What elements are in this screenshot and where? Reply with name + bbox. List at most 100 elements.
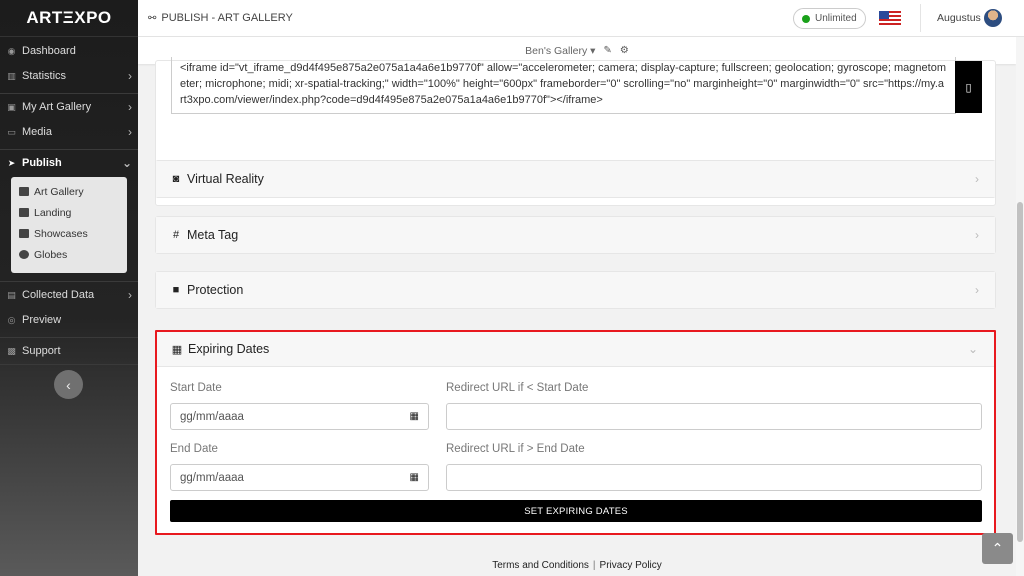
embed-code-textarea[interactable]: <iframe id="vt_iframe_d9d4f495e875a2e075… [171,57,956,114]
avatar[interactable] [984,9,1002,27]
monitor-icon: ▭ [7,126,16,137]
terms-link[interactable]: Terms and Conditions [492,560,589,571]
lock-icon: ■ [172,284,180,296]
user-name[interactable]: Augustus [937,12,981,24]
sidebar-item-label: My Art Gallery [22,100,92,113]
page-title-text: PUBLISH - ART GALLERY [161,12,293,24]
redirect-end-input[interactable] [446,464,982,491]
sidebar-item-label: Publish [22,156,62,169]
start-date-label: Start Date [170,382,222,394]
publish-submenu: Art Gallery Landing Showcases Globes [11,177,127,273]
end-date-value: gg/mm/aaaa [180,471,244,484]
sidebar-item-collected-data[interactable]: ▤ Collected Data › [0,282,138,307]
sidebar-item-label: Dashboard [22,44,76,57]
submenu-item-globes[interactable]: Globes [11,244,127,265]
redirect-start-input[interactable] [446,403,982,430]
end-date-label: End Date [170,443,218,455]
sitemap-icon: ⚯ [148,12,157,24]
logo[interactable]: ARTΞXPO [0,0,138,37]
image-icon [19,229,29,238]
folder-icon: ▤ [7,289,16,300]
section-protection[interactable]: ■ Protection › [155,271,996,309]
divider [920,4,921,32]
sidebar-item-support[interactable]: ▩ Support [0,338,138,363]
section-title: Virtual Reality [187,172,264,186]
start-date-input[interactable]: gg/mm/aaaa ▦ [170,403,429,430]
sidebar-item-label: Statistics [22,69,67,82]
footer: Terms and Conditions | Privacy Policy [492,560,662,571]
section-title: Expiring Dates [188,342,270,356]
set-expiring-dates-button[interactable]: SET EXPIRING DATES [170,500,982,522]
sidebar-item-label: Media [22,125,52,138]
submenu-item-art-gallery[interactable]: Art Gallery [11,181,127,202]
redirect-end-label: Redirect URL if > End Date [446,443,585,455]
status-dot-icon [802,14,810,23]
chevron-down-icon: ⌄ [121,155,132,170]
expiring-dates-header[interactable]: ▦ Expiring Dates ⌄ [157,332,994,367]
dashboard-icon: ◉ [7,45,16,56]
file-icon [19,208,29,217]
settings-icon[interactable]: ⚙ [620,45,629,56]
chevron-right-icon: › [128,68,132,83]
scroll-to-top-button[interactable]: ⌃ [982,533,1013,564]
gallery-icon: ▣ [7,101,16,112]
send-icon: ➤ [7,157,16,168]
chevron-down-icon: ⌄ [967,342,978,356]
sidebar-item-label: Collected Data [22,288,95,301]
chevron-right-icon: › [975,172,979,186]
chevron-right-icon: › [128,124,132,139]
submenu-item-label: Showcases [34,227,88,240]
sidebar-item-media[interactable]: ▭ Media › [0,119,138,144]
vr-headset-icon: ◙ [172,173,180,185]
clipboard-icon: ▯ [965,81,972,94]
chevron-up-icon: ⌃ [991,540,1004,556]
submenu-item-label: Globes [34,248,68,261]
redirect-start-label: Redirect URL if < Start Date [446,382,589,394]
sidebar: ARTΞXPO ◉ Dashboard ▥ Statistics › ▣ My … [0,0,138,576]
sitemap-icon [19,187,29,196]
calendar-icon[interactable]: ▦ [410,411,419,422]
gallery-selector[interactable]: Ben's Gallery ▾ [525,45,595,57]
end-date-input[interactable]: gg/mm/aaaa ▦ [170,464,429,491]
calendar-icon: ▦ [171,343,183,356]
page-title: ⚯ PUBLISH - ART GALLERY [148,12,293,24]
chevron-right-icon: › [128,287,132,302]
us-flag-icon[interactable] [879,11,901,25]
privacy-link[interactable]: Privacy Policy [600,560,662,571]
sidebar-item-statistics[interactable]: ▥ Statistics › [0,63,138,88]
main-content: <iframe id="vt_iframe_d9d4f495e875a2e075… [138,57,1016,576]
start-date-value: gg/mm/aaaa [180,410,244,423]
sidebar-item-label: Support [22,344,61,357]
chart-icon: ▥ [7,70,16,81]
chevron-right-icon: › [975,283,979,297]
section-title: Protection [187,283,244,297]
calendar-icon[interactable]: ▦ [410,472,419,483]
edit-icon[interactable]: ✎ [603,45,611,56]
sidebar-item-my-art-gallery[interactable]: ▣ My Art Gallery › [0,94,138,119]
sidebar-item-label: Preview [22,313,62,326]
scrollbar[interactable] [1016,37,1024,576]
copy-button[interactable]: ▯ [955,61,982,113]
plan-badge[interactable]: Unlimited [793,8,866,29]
submenu-item-label: Landing [34,206,72,219]
globe-icon [19,250,29,259]
scrollbar-thumb[interactable] [1017,202,1023,542]
topbar: ⚯ PUBLISH - ART GALLERY Unlimited August… [138,0,1024,37]
section-expiring-dates: ▦ Expiring Dates ⌄ Start Date gg/mm/aaaa… [155,330,996,535]
sidebar-item-publish[interactable]: ➤ Publish ⌄ [0,150,138,175]
hashtag-icon: # [172,229,180,241]
eye-icon: ◎ [7,314,16,325]
chevron-right-icon: › [975,228,979,242]
collapse-sidebar-button[interactable]: ‹ [54,370,83,399]
support-icon: ▩ [7,345,16,356]
submenu-item-showcases[interactable]: Showcases [11,223,127,244]
sidebar-item-preview[interactable]: ◎ Preview [0,307,138,332]
submenu-item-label: Art Gallery [34,185,84,198]
section-meta-tag[interactable]: # Meta Tag › [155,216,996,254]
submenu-item-landing[interactable]: Landing [11,202,127,223]
sidebar-item-dashboard[interactable]: ◉ Dashboard [0,38,138,63]
section-title: Meta Tag [187,228,239,242]
section-virtual-reality[interactable]: ◙ Virtual Reality › [155,160,996,198]
chevron-right-icon: › [128,99,132,114]
plan-label: Unlimited [815,13,857,24]
